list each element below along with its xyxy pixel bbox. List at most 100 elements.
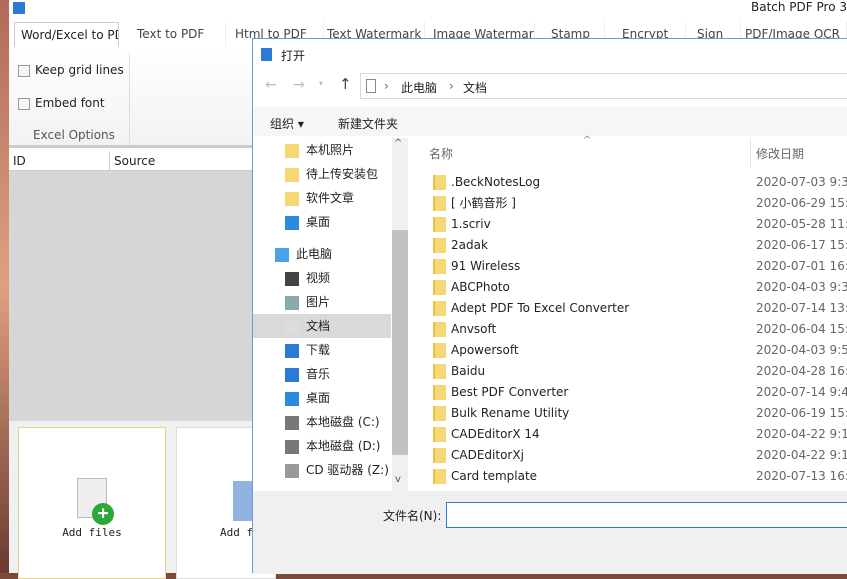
forward-button[interactable]: → <box>293 77 305 93</box>
nav-item[interactable]: 图片 <box>253 290 391 314</box>
breadcrumb-separator: › <box>384 79 389 93</box>
add-files-button[interactable]: + Add files <box>18 427 166 579</box>
dialog-bottom: 文件名(N): <box>253 491 847 574</box>
tab-word-excel[interactable]: Word/Excel to PDF <box>14 22 119 47</box>
file-row[interactable]: .BeckNotesLog 2020-07-03 9:36 <box>433 172 847 193</box>
nav-item-label: 音乐 <box>306 367 331 381</box>
file-date: 2020-04-03 9:31 <box>756 280 847 294</box>
organize-button[interactable]: 组织 ▾ <box>270 115 304 132</box>
file-date: 2020-07-13 16:2 <box>756 469 847 483</box>
folder-icon <box>285 191 299 206</box>
file-name: [ 小鹤音形 ] <box>451 196 516 210</box>
file-name: CADEditorXj <box>451 448 524 462</box>
nav-scrollbar[interactable]: ^ v <box>392 138 408 491</box>
desktop-icon <box>285 391 299 406</box>
back-button[interactable]: ← <box>265 77 277 93</box>
nav-item-label: 下载 <box>306 343 331 357</box>
embed-font-checkbox[interactable]: Embed font <box>18 96 105 110</box>
file-row[interactable]: Card template 2020-07-13 16:2 <box>433 466 847 487</box>
nav-item[interactable]: 此电脑 <box>253 242 391 266</box>
column-id[interactable]: ID <box>13 154 26 168</box>
file-date: 2020-07-14 13:3 <box>756 301 847 315</box>
file-date: 2020-06-17 15:4 <box>756 238 847 252</box>
file-row[interactable]: ABCPhoto 2020-04-03 9:31 <box>433 277 847 298</box>
file-name: Baidu <box>451 364 486 378</box>
file-name: 2adak <box>451 238 488 252</box>
dialog-title: 打开 <box>281 49 306 63</box>
table-header: ID Source <box>9 151 254 171</box>
excel-options-label: Excel Options <box>33 128 115 142</box>
folder-icon <box>433 322 446 337</box>
nav-item[interactable]: 下载 <box>253 338 391 362</box>
nav-item[interactable]: 待上传安装包 <box>253 162 391 186</box>
file-name: ABCPhoto <box>451 280 510 294</box>
breadcrumb-this-pc[interactable]: 此电脑 <box>401 79 437 96</box>
nav-item[interactable]: 本地磁盘 (D:) <box>253 434 391 458</box>
file-row[interactable]: Best PDF Converter 2020-07-14 9:44 <box>433 382 847 403</box>
tab-text-to-pdf[interactable]: Text to PDF <box>131 22 226 47</box>
scroll-down-arrow[interactable]: v <box>395 474 401 485</box>
file-row[interactable]: Adept PDF To Excel Converter 2020-07-14 1… <box>433 298 847 319</box>
file-name: Best PDF Converter <box>451 385 569 399</box>
nav-item[interactable]: 本机照片 <box>253 138 391 162</box>
dialog-logo-icon <box>261 48 272 61</box>
column-name[interactable]: 名称 <box>429 145 453 162</box>
nav-item[interactable]: 本地磁盘 (C:) <box>253 410 391 434</box>
nav-item-label: 待上传安装包 <box>306 167 379 181</box>
folder-icon <box>433 301 446 316</box>
open-file-dialog: 打开 ← → ▾ ↑ › 此电脑 › 文档 组织 ▾ 新建文件夹 本机照片待上传… <box>252 38 847 574</box>
file-row[interactable]: 91 Wireless 2020-07-01 16:0 <box>433 256 847 277</box>
navigation-pane: 本机照片 待上传安装包 软件文章 桌面 此电脑 视频 图片 文档 下载 音乐 桌面 本地磁盘 (C:)… <box>253 138 408 491</box>
file-date: 2020-06-29 15:2 <box>756 196 847 210</box>
breadcrumb-documents[interactable]: 文档 <box>463 79 487 96</box>
nav-item[interactable]: 音乐 <box>253 362 391 386</box>
nav-item[interactable]: 软件文章 <box>253 186 391 210</box>
file-name: 1.scriv <box>451 217 491 231</box>
folder-icon <box>433 196 446 211</box>
column-divider <box>750 139 751 167</box>
file-row[interactable]: 1.scriv 2020-05-28 11:0 <box>433 214 847 235</box>
document-icon <box>285 319 299 334</box>
file-row[interactable]: [ 小鹤音形 ] 2020-06-29 15:2 <box>433 193 847 214</box>
nav-item[interactable]: 桌面 <box>253 386 391 410</box>
scroll-up-arrow[interactable]: ^ <box>394 138 402 149</box>
filename-input[interactable] <box>446 502 847 528</box>
embed-font-label: Embed font <box>35 96 105 110</box>
scroll-thumb[interactable] <box>392 230 408 455</box>
app-logo-icon <box>13 2 25 14</box>
file-date: 2020-07-03 9:36 <box>756 175 847 189</box>
add-file-icon: + <box>77 478 114 525</box>
file-row[interactable]: CADEditorXj 2020-04-22 9:18 <box>433 445 847 466</box>
computer-icon <box>275 247 289 262</box>
drive-icon <box>285 439 299 454</box>
nav-item-label: 桌面 <box>306 215 331 229</box>
file-row[interactable]: Apowersoft 2020-04-03 9:52 <box>433 340 847 361</box>
ribbon-divider <box>129 53 130 145</box>
address-bar[interactable]: › 此电脑 › 文档 <box>360 73 847 99</box>
file-row[interactable]: Bulk Rename Utility 2020-06-19 15:3 <box>433 403 847 424</box>
download-icon <box>285 343 299 358</box>
folder-icon <box>433 175 446 190</box>
nav-item[interactable]: 桌面 <box>253 210 391 234</box>
file-name: Anvsoft <box>451 322 497 336</box>
file-name: Bulk Rename Utility <box>451 406 570 420</box>
nav-item[interactable]: 视频 <box>253 266 391 290</box>
keep-grid-lines-checkbox[interactable]: Keep grid lines <box>18 63 124 77</box>
file-row[interactable]: Anvsoft 2020-06-04 15:2 <box>433 319 847 340</box>
nav-item[interactable]: CD 驱动器 (Z:) <box>253 458 391 482</box>
dialog-toolbar: 组织 ▾ 新建文件夹 <box>253 107 847 136</box>
file-row[interactable]: Baidu 2020-04-28 16:1 <box>433 361 847 382</box>
column-source[interactable]: Source <box>109 151 159 171</box>
file-row[interactable]: CADEditorX 14 2020-04-22 9:18 <box>433 424 847 445</box>
nav-item[interactable]: 文档 <box>253 314 391 338</box>
video-icon <box>285 271 299 286</box>
up-button[interactable]: ↑ <box>339 75 352 93</box>
picture-icon <box>285 295 299 310</box>
nav-item-label: 此电脑 <box>296 247 333 261</box>
folder-icon <box>433 343 446 358</box>
file-row[interactable]: 2adak 2020-06-17 15:4 <box>433 235 847 256</box>
recent-dropdown[interactable]: ▾ <box>319 79 323 88</box>
column-date[interactable]: 修改日期 <box>756 145 804 162</box>
new-folder-button[interactable]: 新建文件夹 <box>338 115 398 132</box>
folder-icon <box>433 469 446 484</box>
